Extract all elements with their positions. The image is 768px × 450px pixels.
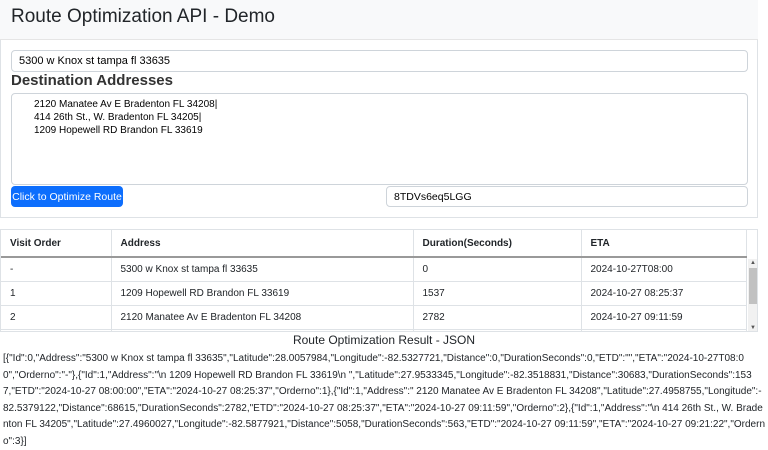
address-cell: 1209 Hopewell RD Brandon FL 33619 — [111, 281, 414, 306]
destination-addresses-textarea[interactable]: 2120 Manatee Av E Bradenton FL 34208| 41… — [11, 93, 748, 185]
table-header-row: Visit Order Address Duration(Seconds) ET… — [1, 230, 747, 258]
visit-order-cell: 1 — [1, 281, 112, 306]
table-row: -5300 w Knox st tampa fl 33635 0 2024-10-2… — [1, 257, 747, 282]
duration-cell: 563 — [413, 329, 582, 331]
scroll-down-icon[interactable]: ▼ — [750, 325, 756, 331]
header-visit-order: Visit Order — [1, 230, 112, 258]
address-cell: 2120 Manatee Av E Bradenton FL 34208 — [111, 305, 414, 330]
duration-cell: 2782 — [413, 305, 582, 330]
duration-cell: 0 — [413, 257, 582, 282]
eta-cell: 2024-10-27 09:11:59 — [581, 305, 747, 330]
json-heading: Route Optimization Result - JSON — [292, 333, 476, 347]
results-table: Visit Order Address Duration(Seconds) ET… — [0, 229, 758, 332]
destination-heading: Destination Addresses — [11, 72, 173, 89]
visit-order-cell: 2 — [1, 305, 112, 330]
eta-cell: 2024-10-27 08:25:37 — [581, 281, 747, 306]
header-eta: ETA — [581, 230, 747, 258]
scroll-up-icon[interactable]: ▲ — [750, 260, 756, 266]
json-result-text: [{"Id":0,"Address":"5300 w Knox st tampa… — [3, 353, 766, 447]
page-title: Route Optimization API - Demo — [11, 6, 275, 27]
visit-order-cell: 3 — [1, 329, 112, 331]
table-row: 1 1209 Hopewell RD Brandon FL 33619 1537 20… — [1, 281, 747, 306]
address-cell: 5300 w Knox st tampa fl 33635 — [111, 257, 414, 282]
table-row: 3414 26th St., W. Bradenton FL 342055632… — [1, 329, 747, 331]
table-scrollbar[interactable]: ▲ ▼ — [748, 259, 757, 331]
duration-cell: 1537 — [413, 281, 582, 306]
eta-cell: 2024-10-27T08:00 — [581, 257, 747, 282]
address-cell: 414 26th St., W. Bradenton FL 34205 — [111, 329, 414, 331]
token-input[interactable] — [386, 186, 748, 207]
optimize-route-button[interactable]: Click to Optimize Route — [11, 186, 123, 207]
page-header: Route Optimization API - Demo — [0, 0, 758, 40]
eta-cell: 2024-10-27 09:21:22 — [581, 329, 747, 331]
table-row: 2 2120 Manatee Av E Bradenton FL 34208 278… — [1, 305, 747, 330]
scrollbar-thumb[interactable] — [749, 268, 757, 304]
origin-address-input[interactable] — [11, 50, 748, 72]
visit-order-cell: - — [1, 257, 112, 282]
header-address: Address — [111, 230, 414, 258]
header-duration: Duration(Seconds) — [413, 230, 582, 258]
